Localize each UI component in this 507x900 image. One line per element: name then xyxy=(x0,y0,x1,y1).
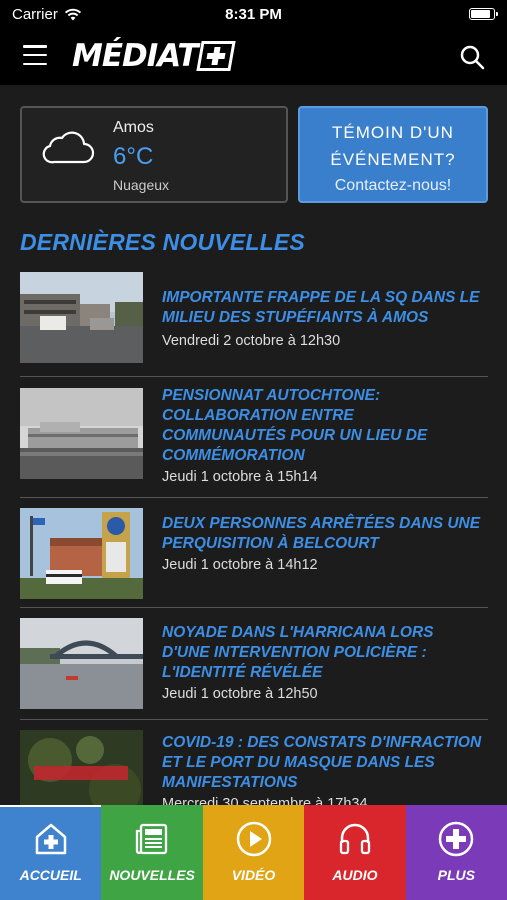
cloud-icon xyxy=(42,131,95,164)
tab-nouvelles[interactable]: NOUVELLES xyxy=(101,805,203,900)
weather-card[interactable]: Amos 6°C Nuageux xyxy=(20,106,288,203)
news-item[interactable]: IMPORTANTE FRAPPE DE LA SQ DANS LE MILIE… xyxy=(20,272,488,377)
news-thumbnail xyxy=(20,272,143,363)
news-list: IMPORTANTE FRAPPE DE LA SQ DANS LE MILIE… xyxy=(20,272,488,805)
news-date: Jeudi 1 octobre à 15h14 xyxy=(162,469,318,485)
news-item[interactable]: NOYADE DANS L'HARRICANA LORS D'UNE INTER… xyxy=(20,608,488,720)
tab-video[interactable]: VIDÉO xyxy=(202,805,305,900)
status-bar: Carrier 8:31 PM xyxy=(0,0,507,28)
news-date: Mercredi 30 septembre à 17h34 xyxy=(162,796,368,805)
newspaper-icon xyxy=(135,823,168,855)
news-thumbnail xyxy=(20,730,143,805)
news-item[interactable]: COVID-19 : DES CONSTATS D'INFRACTION ET … xyxy=(20,720,488,805)
tab-plus[interactable]: PLUS xyxy=(405,805,507,900)
play-icon xyxy=(236,821,271,857)
tab-bar: ACCUEIL NOUVELLES VIDÉO AUDIO PLUS xyxy=(0,805,507,900)
home-icon xyxy=(35,823,66,855)
wifi-icon xyxy=(64,8,81,20)
news-thumbnail xyxy=(20,388,143,479)
tab-label: VIDÉO xyxy=(231,867,276,883)
menu-button[interactable] xyxy=(23,45,47,65)
headphones-icon xyxy=(339,823,371,855)
news-date: Jeudi 1 octobre à 12h50 xyxy=(162,686,318,702)
weather-condition: Nuageux xyxy=(113,177,170,193)
news-headline: PENSIONNAT AUTOCHTONE: COLLABORATION ENT… xyxy=(162,387,428,464)
witness-title-line1: TÉMOIN D'UN xyxy=(332,123,454,142)
main-content[interactable]: Amos 6°C Nuageux TÉMOIN D'UN ÉVÉNEMENT? … xyxy=(0,85,507,805)
news-item[interactable]: PENSIONNAT AUTOCHTONE: COLLABORATION ENT… xyxy=(20,377,488,498)
news-thumbnail xyxy=(20,618,143,709)
news-date: Vendredi 2 octobre à 12h30 xyxy=(162,333,341,349)
witness-contact-button[interactable]: TÉMOIN D'UN ÉVÉNEMENT? Contactez-nous! xyxy=(298,106,488,203)
search-icon xyxy=(460,45,485,70)
tab-label: ACCUEIL xyxy=(19,867,82,883)
carrier-label: Carrier xyxy=(12,5,58,23)
news-thumbnail xyxy=(20,508,143,599)
witness-cta: Contactez-nous! xyxy=(334,177,452,194)
witness-title-line2: ÉVÉNEMENT? xyxy=(330,150,456,169)
plus-icon xyxy=(439,821,474,857)
news-item[interactable]: DEUX PERSONNES ARRÊTÉES DANS UNE PERQUIS… xyxy=(20,498,488,608)
tab-accueil[interactable]: ACCUEIL xyxy=(0,805,102,900)
news-headline: NOYADE DANS L'HARRICANA LORS D'UNE INTER… xyxy=(162,624,434,681)
app-logo[interactable]: MÉDIAT xyxy=(72,38,237,74)
tab-label: NOUVELLES xyxy=(109,867,195,883)
hamburger-icon xyxy=(23,45,47,48)
weather-city: Amos xyxy=(113,119,154,136)
logo-plus-icon xyxy=(196,41,237,71)
news-date: Jeudi 1 octobre à 14h12 xyxy=(162,557,318,573)
nav-bar: MÉDIAT xyxy=(0,28,507,85)
weather-temperature: 6°C xyxy=(113,143,154,170)
tab-label: PLUS xyxy=(437,867,475,883)
search-button[interactable] xyxy=(459,44,485,70)
section-title: DERNIÈRES NOUVELLES xyxy=(20,229,305,255)
news-headline: DEUX PERSONNES ARRÊTÉES DANS UNE PERQUIS… xyxy=(162,515,481,552)
news-headline: COVID-19 : DES CONSTATS D'INFRACTION ET … xyxy=(162,734,482,791)
logo-text: MÉDIAT xyxy=(72,38,198,74)
tab-audio[interactable]: AUDIO xyxy=(304,805,406,900)
news-headline: IMPORTANTE FRAPPE DE LA SQ DANS LE MILIE… xyxy=(162,289,480,326)
battery-icon xyxy=(469,8,498,20)
tab-label: AUDIO xyxy=(332,867,378,883)
